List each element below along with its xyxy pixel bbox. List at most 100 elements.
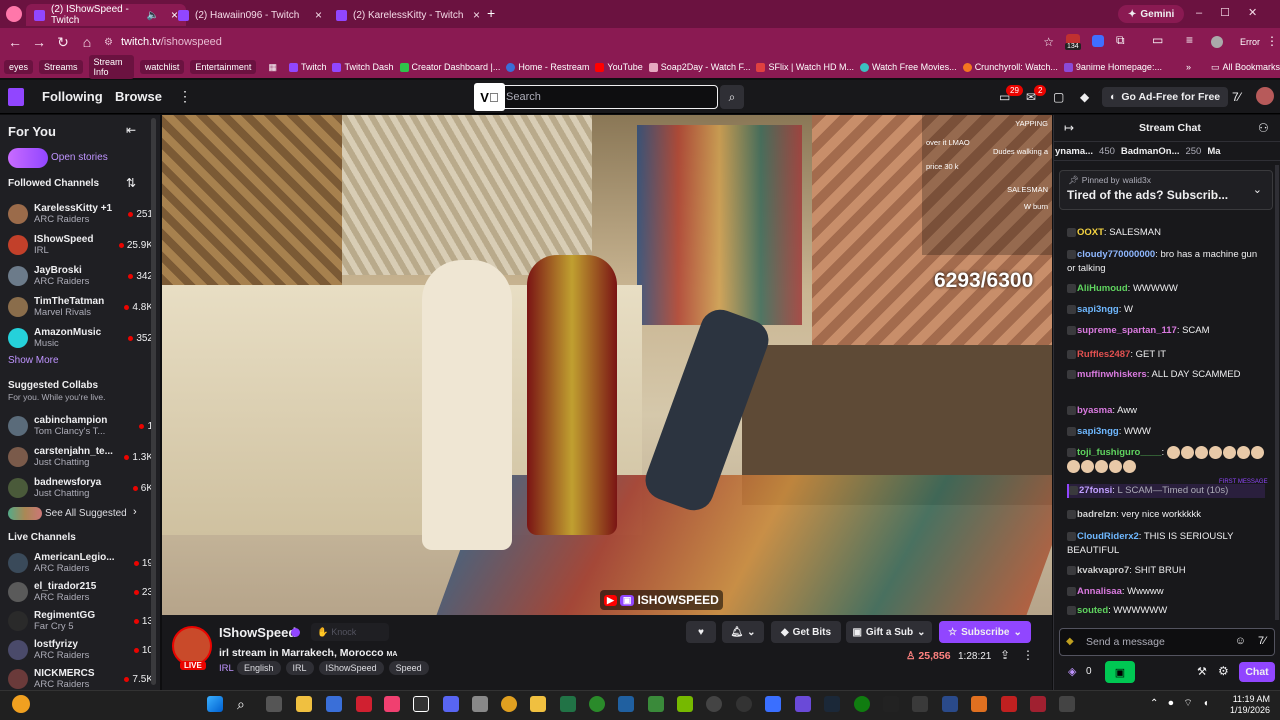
chevron-down-icon[interactable]: ⌄ bbox=[1253, 183, 1262, 196]
extension-7tv-icon[interactable]: 7⁄ bbox=[1258, 635, 1266, 647]
more-bookmarks-icon[interactable]: » bbox=[1186, 62, 1191, 72]
app-icon[interactable] bbox=[618, 696, 634, 712]
category-link[interactable]: IRL bbox=[219, 663, 234, 674]
nvidia-icon[interactable] bbox=[677, 696, 693, 712]
chat-username[interactable]: sapi3ngg bbox=[1077, 426, 1119, 437]
nav-following[interactable]: Following bbox=[42, 89, 103, 104]
app-icon[interactable] bbox=[765, 696, 781, 712]
sidebar-channel[interactable]: badnewsforya Just Chatting 6K bbox=[8, 473, 153, 503]
site-info-icon[interactable]: ⚙ bbox=[104, 37, 113, 48]
app-icon[interactable] bbox=[648, 696, 664, 712]
sidebar-channel[interactable]: TimTheTatman Marvel Rivals 4.8K bbox=[8, 292, 153, 322]
chat-username[interactable]: 27fonsi bbox=[1079, 485, 1112, 496]
xbox-app-icon[interactable] bbox=[854, 696, 870, 712]
search-button[interactable]: ⌕ bbox=[720, 85, 744, 109]
error-label[interactable]: Error bbox=[1240, 37, 1260, 47]
chat-settings-icon[interactable]: ⚙ bbox=[1218, 664, 1229, 678]
sidebar-channel[interactable]: el_tirador215 ARC Raiders 23 bbox=[8, 577, 153, 607]
app-icon[interactable] bbox=[883, 696, 899, 712]
sidebar-channel[interactable]: RegimentGG Far Cry 5 13 bbox=[8, 606, 153, 636]
chat-username[interactable]: toji_fushiguro____ bbox=[1077, 447, 1161, 458]
taskbar-clock[interactable]: 11:19 AM 1/19/2026 bbox=[1230, 694, 1270, 716]
user-avatar[interactable] bbox=[1256, 87, 1274, 105]
search-input[interactable]: Search bbox=[475, 85, 718, 109]
sidebar-channel[interactable]: IShowSpeed IRL 25.9K bbox=[8, 230, 153, 260]
chat-username[interactable]: supreme_spartan_117 bbox=[1077, 325, 1177, 336]
file-explorer-icon[interactable] bbox=[296, 696, 312, 712]
app-icon[interactable] bbox=[795, 696, 811, 712]
bookmark-folder[interactable]: eyes bbox=[4, 60, 34, 74]
back-icon[interactable]: ← bbox=[3, 30, 27, 54]
app-icon[interactable] bbox=[736, 696, 752, 712]
chat-send-button[interactable]: Chat bbox=[1239, 662, 1275, 682]
extensions-puzzle-icon[interactable]: ⧉ bbox=[1116, 33, 1125, 48]
excel-icon[interactable] bbox=[560, 696, 576, 712]
close-tab-icon[interactable]: × bbox=[315, 8, 322, 22]
cast-icon[interactable]: ▭ bbox=[1152, 33, 1163, 47]
bookmark-folder[interactable]: Streams bbox=[39, 60, 83, 74]
tag-ishowspeed[interactable]: IShowSpeed bbox=[318, 661, 384, 675]
browser-menu-icon[interactable]: ⋮ bbox=[1266, 34, 1278, 48]
forward-icon[interactable]: → bbox=[27, 30, 51, 54]
xbox-icon[interactable] bbox=[589, 696, 605, 712]
bookmark-link[interactable]: Soap2Day - Watch F... bbox=[648, 62, 750, 72]
bookmark-link[interactable]: Crunchyroll: Watch... bbox=[962, 62, 1058, 72]
sidebar-channel[interactable]: carstenjahn_te... Just Chatting 1.3K bbox=[8, 442, 153, 472]
app-icon[interactable] bbox=[1030, 696, 1046, 712]
close-tab-icon[interactable]: × bbox=[473, 8, 480, 22]
sidebar-channel[interactable]: JayBroski ARC Raiders 342 bbox=[8, 261, 153, 291]
extension-icon-2[interactable] bbox=[1092, 35, 1104, 47]
app-icon[interactable] bbox=[912, 696, 928, 712]
bonus-chest-icon[interactable]: ▣ bbox=[1105, 661, 1135, 683]
community-icon[interactable]: ⚇ bbox=[1258, 121, 1269, 135]
chat-username[interactable]: CloudRiderx2 bbox=[1077, 531, 1139, 542]
tag-speed[interactable]: Speed bbox=[388, 661, 429, 675]
chat-username[interactable]: AliHumoud bbox=[1077, 283, 1128, 294]
bookmark-link[interactable]: SFlix | Watch HD M... bbox=[756, 62, 854, 72]
subscribe-button[interactable]: ☆ Subscribe ⌄ bbox=[939, 621, 1031, 643]
whispers-icon[interactable]: ▢ bbox=[1053, 90, 1064, 104]
app-icon[interactable] bbox=[1001, 696, 1017, 712]
extension-overlay-icon[interactable]: V⃣ bbox=[474, 83, 505, 111]
gift-sub-button[interactable]: ▣ Gift a Sub ⌄ bbox=[846, 621, 932, 643]
browser-tab-3[interactable]: (2) KarelessKitty - Twitch × bbox=[328, 4, 488, 26]
nav-browse[interactable]: Browse bbox=[115, 89, 162, 104]
search-icon[interactable]: ⌕ bbox=[237, 696, 253, 712]
sidebar-scrollbar[interactable] bbox=[151, 118, 156, 685]
channel-name[interactable]: IShowSpeed bbox=[219, 625, 296, 640]
mod-tools-icon[interactable]: ⚒ bbox=[1197, 665, 1207, 678]
bookmark-link[interactable]: YouTube bbox=[595, 62, 643, 72]
twitch-logo-icon[interactable] bbox=[8, 88, 24, 106]
sidebar-channel[interactable]: lostfyrizy ARC Raiders 10 bbox=[8, 635, 153, 665]
new-tab-button[interactable]: + bbox=[487, 5, 495, 21]
show-more-link[interactable]: Show More bbox=[8, 355, 59, 366]
bookmark-link[interactable]: 9anime Homepage:... bbox=[1063, 62, 1162, 72]
app-icon[interactable] bbox=[326, 696, 342, 712]
chat-scrollbar[interactable] bbox=[1275, 165, 1279, 620]
widgets-icon[interactable] bbox=[12, 695, 30, 713]
bookmark-folder[interactable]: Entertainment bbox=[190, 60, 257, 74]
collapse-sidebar-icon[interactable]: ⇤ bbox=[126, 123, 136, 137]
emote-picker-icon[interactable]: ☺ bbox=[1235, 635, 1246, 647]
start-icon[interactable] bbox=[207, 696, 223, 712]
chat-username[interactable]: cloudy770000000 bbox=[1077, 249, 1155, 260]
chat-leaderboard[interactable]: ynama... 450 BadmanOn... 250 Ma bbox=[1053, 141, 1280, 161]
chat-username[interactable]: badrelzn bbox=[1077, 509, 1116, 520]
bookmark-link[interactable]: Home - Restream bbox=[506, 62, 589, 72]
share-icon[interactable]: ⇪ bbox=[1000, 648, 1010, 662]
see-all-suggested-link[interactable]: See All Suggested bbox=[45, 508, 127, 519]
more-options-icon[interactable]: ⋮ bbox=[1022, 648, 1034, 662]
browser-tab-1[interactable]: (2) IShowSpeed - Twitch 🔈 × bbox=[26, 4, 186, 26]
chat-username[interactable]: kvakvapro7 bbox=[1077, 565, 1129, 576]
chat-username[interactable]: sapi3ngg bbox=[1077, 304, 1119, 315]
music-icon[interactable] bbox=[384, 696, 400, 712]
pinned-message[interactable]: 📌︎ Pinned by walid3x Tired of the ads? Sub… bbox=[1059, 170, 1273, 210]
bookmark-folder[interactable]: Stream Info bbox=[88, 55, 134, 79]
bookmark-link[interactable]: Watch Free Movies... bbox=[860, 62, 957, 72]
app-icon[interactable] bbox=[356, 696, 372, 712]
sidebar-channel[interactable]: cabinchampionTom Clancy's T...1 bbox=[8, 411, 153, 441]
bookmark-link[interactable]: Twitch bbox=[288, 62, 326, 72]
chrome-icon[interactable] bbox=[501, 696, 517, 712]
chat-username[interactable]: OOXT bbox=[1077, 227, 1104, 238]
more-menu-icon[interactable]: ⋮ bbox=[178, 88, 192, 105]
